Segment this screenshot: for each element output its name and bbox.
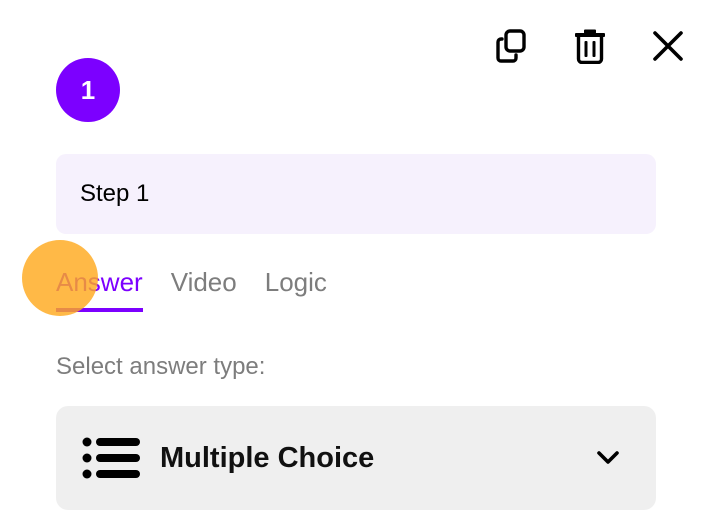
- step-number-badge: 1: [56, 58, 120, 122]
- tab-video[interactable]: Video: [171, 266, 237, 312]
- duplicate-button[interactable]: [490, 26, 534, 66]
- copy-icon: [496, 29, 526, 63]
- delete-button[interactable]: [568, 26, 612, 66]
- step-editor-panel: 1 Answer Video Logic Select answer type:…: [0, 0, 720, 528]
- top-actions: [490, 26, 690, 66]
- step-title-input[interactable]: [56, 154, 656, 234]
- answer-type-value: Multiple Choice: [160, 441, 375, 474]
- tab-bar: Answer Video Logic: [56, 266, 355, 312]
- list-icon: [82, 437, 140, 479]
- close-button[interactable]: [646, 26, 690, 66]
- answer-type-label: Select answer type:: [56, 353, 266, 380]
- answer-type-select[interactable]: Multiple Choice: [56, 406, 656, 510]
- close-icon: [653, 31, 683, 61]
- trash-icon: [575, 29, 605, 64]
- chevron-down-icon: [597, 451, 619, 464]
- tab-logic[interactable]: Logic: [265, 266, 327, 312]
- tab-answer[interactable]: Answer: [56, 266, 143, 312]
